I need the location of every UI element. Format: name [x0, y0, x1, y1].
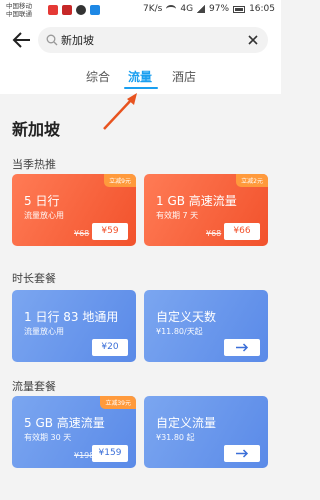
notification-icons	[48, 5, 100, 15]
go-button[interactable]	[224, 445, 260, 462]
package-subtitle: 流量放心用	[24, 211, 64, 220]
package-subtitle: ¥11.80/天起	[156, 327, 203, 336]
package-subtitle: 有效期 30 天	[24, 433, 72, 442]
package-title: 自定义天数	[156, 310, 217, 324]
package-title: 自定义流量	[156, 416, 217, 430]
price-button[interactable]: ¥59	[92, 223, 128, 240]
go-button[interactable]	[224, 339, 260, 356]
clock: 16:05	[249, 4, 275, 14]
discount-badge: 立减39元	[100, 396, 136, 409]
package-subtitle: ¥31.80 起	[156, 433, 195, 442]
status-bar: 中国移动 中国联通 7K/s 4G 97% 16:05	[0, 0, 281, 22]
package-title: 1 日行 83 地通用	[24, 310, 119, 324]
package-title: 1 GB 高速流量	[156, 194, 237, 208]
package-card[interactable]: 1 日行 83 地通用 流量放心用 ¥20	[12, 290, 136, 362]
app-notification-icon	[48, 5, 58, 15]
carrier-1: 中国移动	[6, 2, 32, 10]
battery-percent: 97%	[209, 4, 230, 14]
net-speed: 7K/s	[142, 4, 163, 14]
wifi-icon	[166, 5, 177, 13]
main-content: 新加坡 当季热推 立减9元 5 日行 流量放心用 ¥68 ¥59 立减2元 1 …	[0, 94, 281, 500]
page-title: 新加坡	[12, 120, 61, 139]
discount-badge: 立减9元	[104, 174, 136, 187]
arrow-left-icon	[12, 32, 30, 48]
package-card[interactable]: 立减39元 5 GB 高速流量 有效期 30 天 ¥198 ¥159	[12, 396, 136, 468]
search-query[interactable]: 新加坡	[61, 32, 94, 48]
app-notification-icon	[62, 5, 72, 15]
arrow-right-icon	[236, 449, 249, 458]
carrier-2: 中国联通	[6, 10, 32, 18]
carrier-labels: 中国移动 中国联通	[6, 2, 32, 18]
section-title: 流量套餐	[12, 380, 56, 393]
arrow-right-icon	[236, 343, 249, 352]
discount-badge: 立减2元	[236, 174, 268, 187]
tab-data-traffic[interactable]: 流量	[128, 68, 152, 85]
section-title: 当季热推	[12, 158, 56, 171]
package-subtitle: 有效期 7 天	[156, 211, 199, 220]
back-button[interactable]	[10, 28, 34, 52]
price-button[interactable]: ¥20	[92, 339, 128, 356]
network-type: 4G	[180, 4, 194, 14]
tab-hotel[interactable]: 酒店	[172, 68, 196, 85]
package-subtitle: 流量放心用	[24, 327, 64, 336]
status-right: 7K/s 4G 97% 16:05	[143, 4, 275, 14]
close-icon[interactable]	[246, 33, 260, 47]
section-title: 时长套餐	[12, 272, 56, 285]
tab-overview[interactable]: 综合	[86, 68, 110, 85]
original-price: ¥68	[74, 229, 90, 238]
search-icon	[46, 34, 58, 46]
package-card[interactable]: 自定义天数 ¥11.80/天起	[144, 290, 268, 362]
package-card[interactable]: 立减9元 5 日行 流量放心用 ¥68 ¥59	[12, 174, 136, 246]
search-input[interactable]: 新加坡	[38, 27, 268, 53]
price-button[interactable]: ¥159	[92, 445, 128, 462]
signal-icon	[197, 5, 206, 13]
original-price: ¥68	[206, 229, 222, 238]
package-card[interactable]: 自定义流量 ¥31.80 起	[144, 396, 268, 468]
search-header: 新加坡	[0, 22, 281, 58]
package-title: 5 日行	[24, 194, 60, 208]
price-button[interactable]: ¥66	[224, 223, 260, 240]
weibo-icon	[76, 5, 86, 15]
package-card[interactable]: 立减2元 1 GB 高速流量 有效期 7 天 ¥68 ¥66	[144, 174, 268, 246]
app-notification-icon	[90, 5, 100, 15]
battery-icon	[233, 5, 246, 13]
package-title: 5 GB 高速流量	[24, 416, 105, 430]
